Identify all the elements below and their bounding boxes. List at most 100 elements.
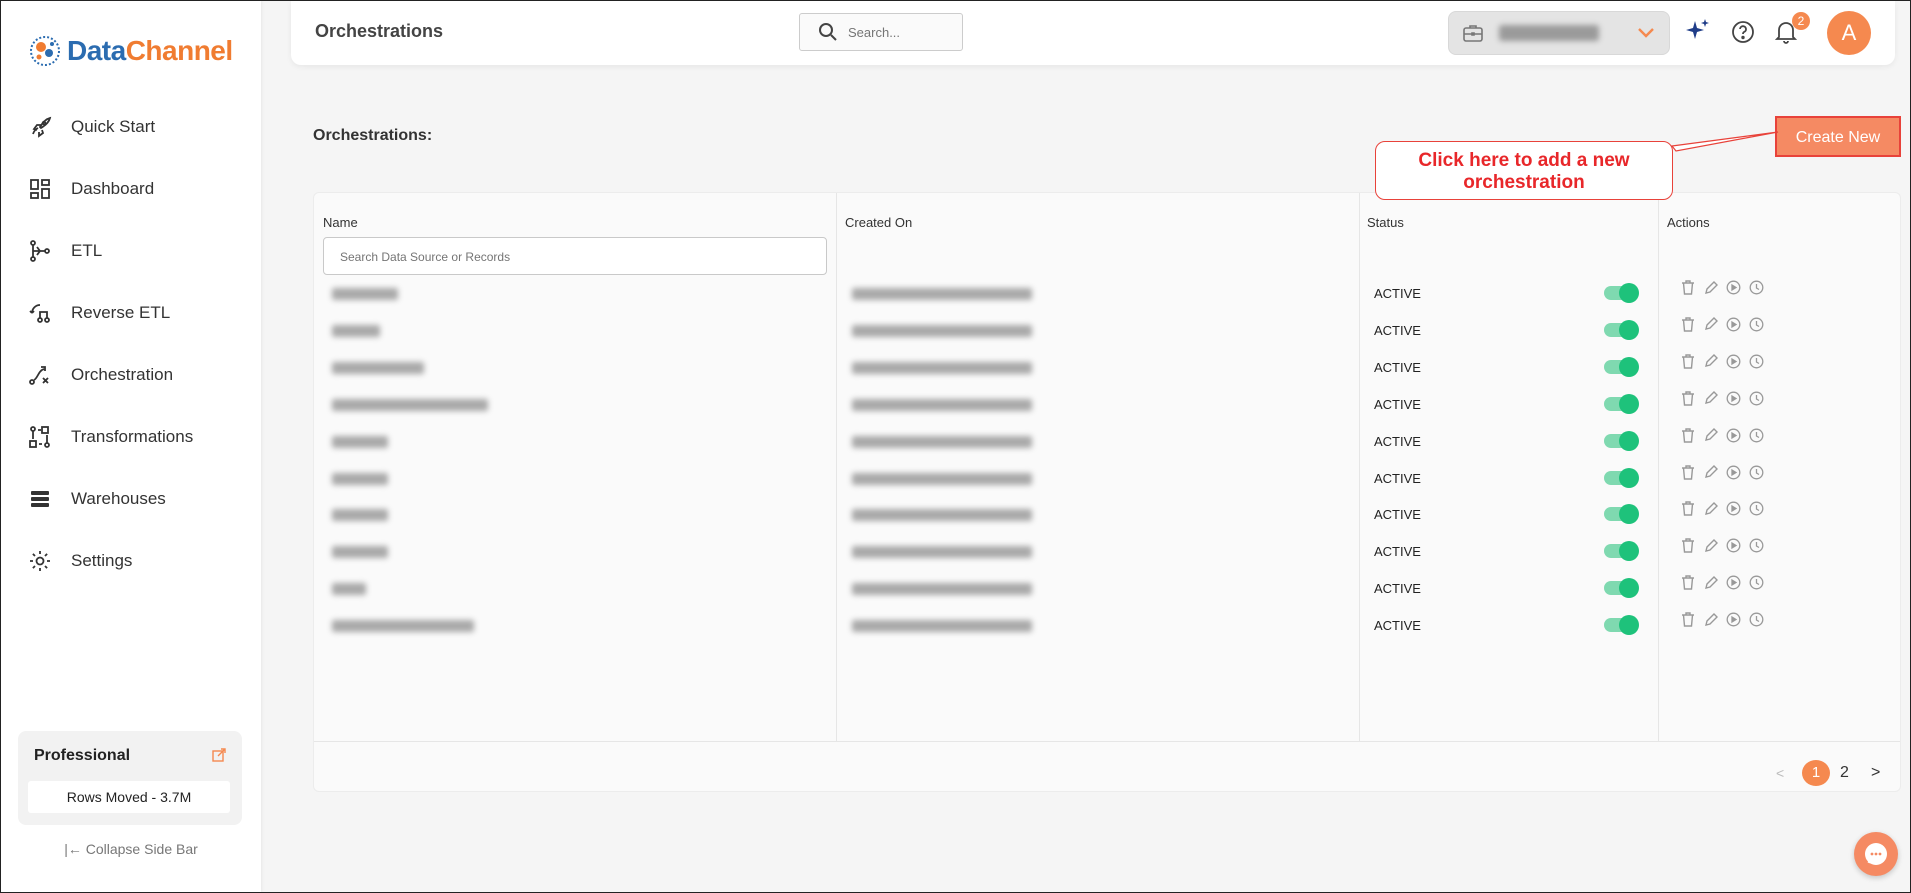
delete-icon[interactable] — [1679, 427, 1696, 444]
status-toggle[interactable] — [1604, 356, 1639, 377]
sidebar-item-quick-start[interactable]: Quick Start — [1, 96, 261, 158]
workspace-selector[interactable] — [1448, 11, 1670, 55]
schedule-clock-icon[interactable] — [1748, 390, 1765, 407]
column-header-name[interactable]: Name — [323, 215, 358, 230]
play-icon[interactable] — [1725, 574, 1742, 591]
sidebar-item-label: Warehouses — [71, 489, 166, 508]
status-badge: ACTIVE — [1374, 618, 1421, 634]
sidebar-item-label: Dashboard — [71, 179, 155, 198]
edit-icon[interactable] — [1702, 574, 1719, 591]
status-toggle[interactable] — [1604, 393, 1639, 414]
play-icon[interactable] — [1725, 537, 1742, 554]
next-page-icon[interactable]: > — [1871, 760, 1880, 786]
play-icon[interactable] — [1725, 279, 1742, 296]
warehouses-icon — [27, 486, 53, 512]
status-toggle[interactable] — [1604, 283, 1639, 303]
schedule-clock-icon[interactable] — [1748, 537, 1765, 554]
play-icon[interactable] — [1725, 353, 1742, 370]
schedule-clock-icon[interactable] — [1748, 316, 1765, 333]
page-2-button[interactable]: 2 — [1840, 760, 1849, 786]
edit-icon[interactable] — [1702, 464, 1719, 481]
delete-icon[interactable] — [1679, 353, 1696, 370]
delete-icon[interactable] — [1679, 464, 1696, 481]
delete-icon[interactable] — [1679, 316, 1696, 333]
status-toggle[interactable] — [1604, 430, 1639, 451]
name-search-field[interactable] — [323, 237, 827, 275]
status-toggle[interactable] — [1604, 541, 1639, 562]
sidebar-item-orchestration[interactable]: Orchestration — [1, 344, 261, 406]
prev-page-icon[interactable]: < — [1776, 760, 1784, 786]
sidebar-item-transformations[interactable]: Transformations — [1, 406, 261, 468]
play-icon[interactable] — [1725, 427, 1742, 444]
status-toggle[interactable] — [1604, 319, 1639, 340]
briefcase-icon — [1463, 24, 1483, 47]
sidebar-nav: Quick Start Dashboard ETL Reverse ETL Or… — [1, 96, 261, 592]
name-search-input[interactable] — [338, 249, 812, 265]
orchestrations-table: Name Created On Status Actions ACTIVE ACT… — [313, 192, 1901, 792]
edit-icon[interactable] — [1702, 500, 1719, 517]
status-toggle[interactable] — [1604, 578, 1639, 599]
row-name — [332, 398, 488, 411]
delete-icon[interactable] — [1679, 500, 1696, 517]
status-toggle[interactable] — [1604, 504, 1639, 525]
edit-icon[interactable] — [1702, 537, 1719, 554]
status-badge: ACTIVE — [1374, 396, 1421, 412]
status-toggle[interactable] — [1604, 615, 1639, 636]
avatar[interactable]: A — [1827, 11, 1871, 55]
help-icon[interactable] — [1731, 20, 1755, 49]
row-actions — [1679, 574, 1765, 591]
play-icon[interactable] — [1725, 500, 1742, 517]
search-input[interactable] — [846, 23, 960, 41]
column-header-actions: Actions — [1667, 215, 1710, 230]
sidebar: DataChannel Quick Start Dashboard ETL Re… — [1, 1, 261, 892]
sidebar-item-label: Orchestration — [71, 365, 174, 384]
schedule-clock-icon[interactable] — [1748, 500, 1765, 517]
delete-icon[interactable] — [1679, 390, 1696, 407]
edit-icon[interactable] — [1702, 390, 1719, 407]
rocket-icon — [27, 114, 53, 140]
delete-icon[interactable] — [1679, 611, 1696, 628]
play-icon[interactable] — [1725, 390, 1742, 407]
orchestration-icon — [27, 362, 53, 388]
datachannel-logo[interactable]: DataChannel — [27, 31, 233, 71]
play-icon[interactable] — [1725, 316, 1742, 333]
edit-icon[interactable] — [1702, 353, 1719, 370]
play-icon[interactable] — [1725, 611, 1742, 628]
collapse-sidebar-button[interactable]: |← Collapse Side Bar — [1, 841, 261, 857]
schedule-clock-icon[interactable] — [1748, 427, 1765, 444]
sidebar-item-settings[interactable]: Settings — [1, 530, 261, 592]
edit-icon[interactable] — [1702, 611, 1719, 628]
create-new-button[interactable]: Create New — [1775, 116, 1901, 157]
status-toggle[interactable] — [1604, 467, 1639, 488]
edit-icon[interactable] — [1702, 316, 1719, 333]
chat-button[interactable] — [1854, 832, 1898, 876]
global-search[interactable] — [799, 13, 963, 51]
edit-icon[interactable] — [1702, 427, 1719, 444]
column-header-status[interactable]: Status — [1367, 215, 1404, 230]
sparkle-icon[interactable] — [1684, 17, 1712, 50]
delete-icon[interactable] — [1679, 574, 1696, 591]
logo-text: DataChannel — [67, 35, 233, 66]
row-created-on — [852, 398, 1032, 411]
edit-icon[interactable] — [1702, 279, 1719, 296]
play-icon[interactable] — [1725, 464, 1742, 481]
schedule-clock-icon[interactable] — [1748, 353, 1765, 370]
table-row[interactable]: ACTIVE — [314, 603, 1902, 648]
external-link-icon[interactable] — [212, 748, 226, 762]
column-header-created-on[interactable]: Created On — [845, 215, 912, 230]
sidebar-item-etl[interactable]: ETL — [1, 220, 261, 282]
row-actions — [1679, 611, 1765, 628]
schedule-clock-icon[interactable] — [1748, 611, 1765, 628]
page-1-button[interactable]: 1 — [1802, 760, 1830, 786]
schedule-clock-icon[interactable] — [1748, 464, 1765, 481]
schedule-clock-icon[interactable] — [1748, 279, 1765, 296]
notification-badge: 2 — [1792, 12, 1810, 30]
schedule-clock-icon[interactable] — [1748, 574, 1765, 591]
sidebar-item-dashboard[interactable]: Dashboard — [1, 158, 261, 220]
delete-icon[interactable] — [1679, 537, 1696, 554]
sidebar-item-warehouses[interactable]: Warehouses — [1, 468, 261, 530]
sidebar-item-reverse-etl[interactable]: Reverse ETL — [1, 282, 261, 344]
status-badge: ACTIVE — [1374, 544, 1421, 560]
delete-icon[interactable] — [1679, 279, 1696, 296]
row-created-on — [852, 288, 1032, 300]
